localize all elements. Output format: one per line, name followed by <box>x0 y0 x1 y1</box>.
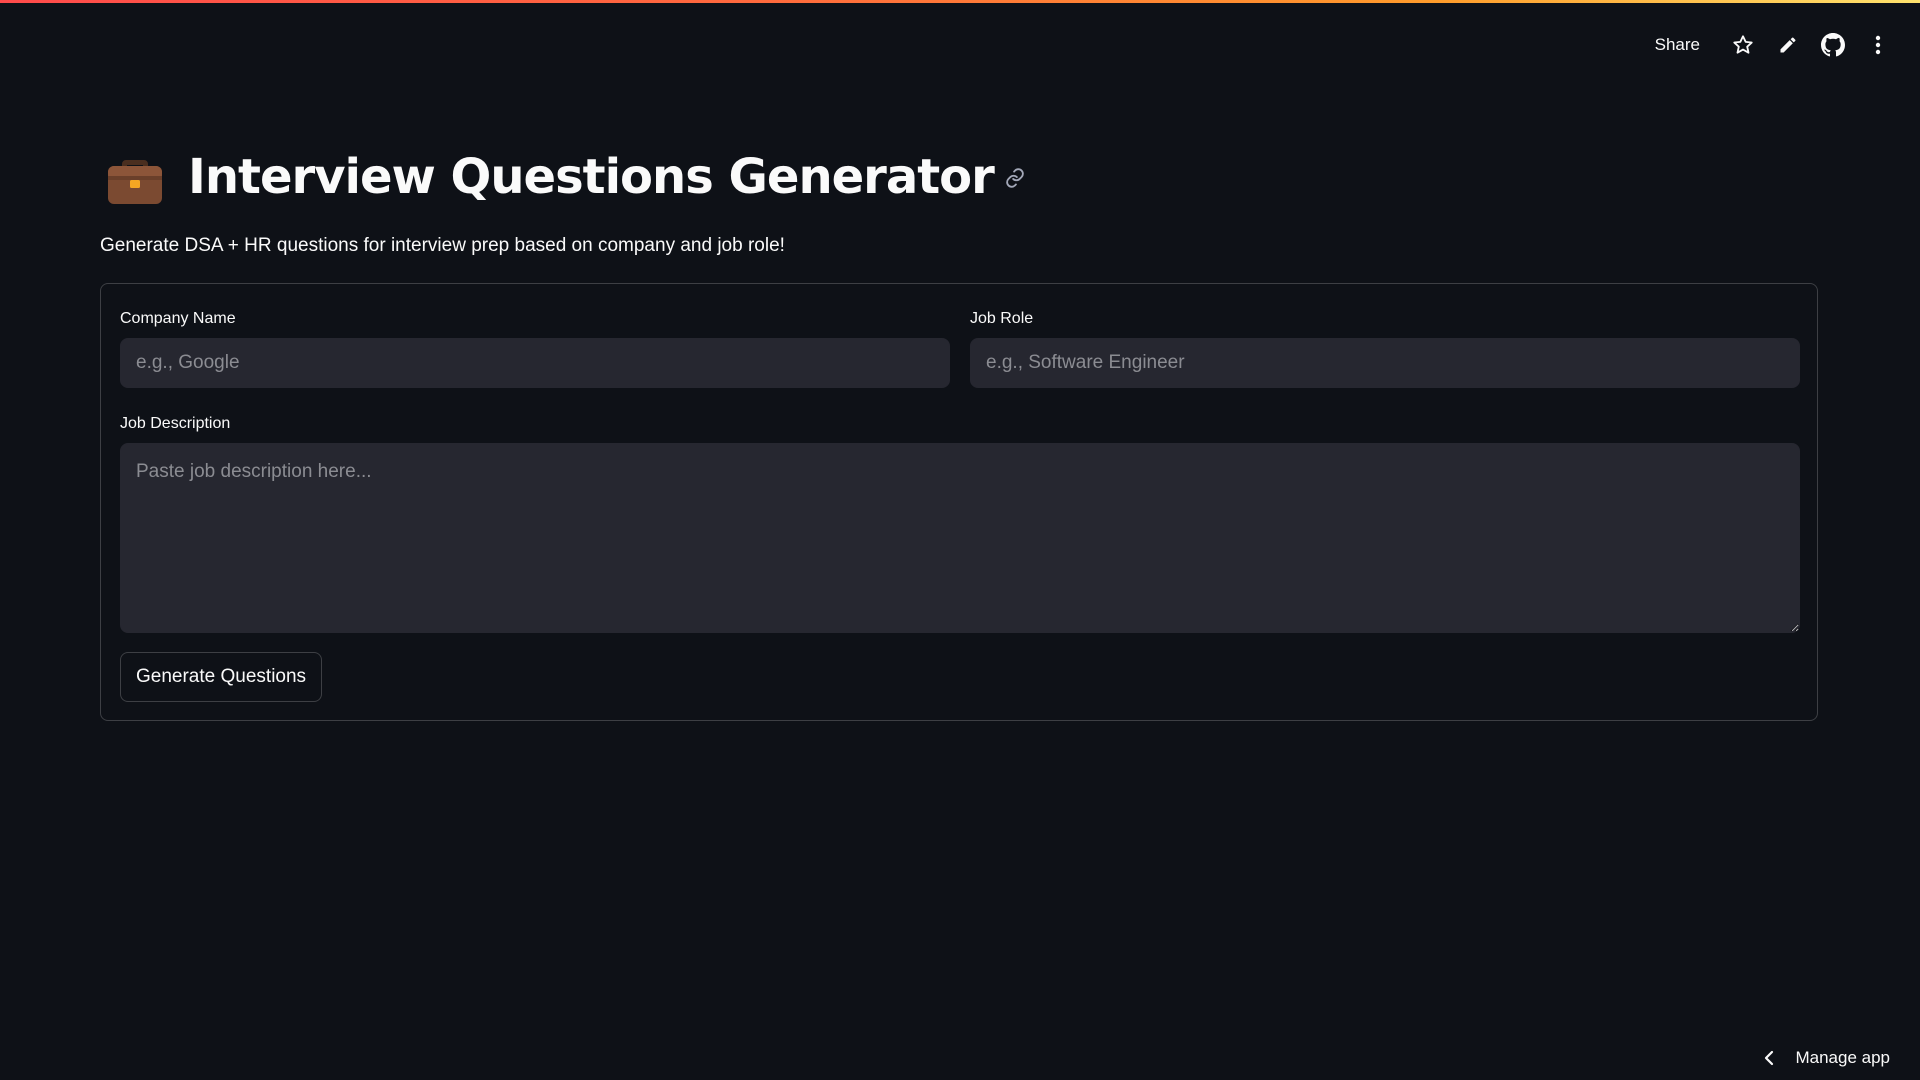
top-decoration-bar <box>0 0 1920 3</box>
star-icon[interactable] <box>1720 28 1765 62</box>
page-title-row: Interview Questions Generator <box>104 146 1026 208</box>
share-button[interactable]: Share <box>1655 35 1700 55</box>
job-role-input[interactable] <box>970 338 1800 388</box>
job-description-label: Job Description <box>120 415 231 432</box>
page-subtitle: Generate DSA + HR questions for intervie… <box>100 235 785 256</box>
generator-form: Company Name Job Role Job Description Ge… <box>100 283 1818 721</box>
github-icon[interactable] <box>1810 28 1855 62</box>
company-name-input[interactable] <box>120 338 950 388</box>
generate-questions-button[interactable]: Generate Questions <box>120 652 323 702</box>
job-description-textarea[interactable] <box>120 443 1800 633</box>
manage-app-label: Manage app <box>1795 1048 1890 1067</box>
chevron-left-icon <box>1765 1050 1774 1066</box>
job-role-label: Job Role <box>970 310 1034 327</box>
manage-app-button[interactable]: Manage app <box>1763 1048 1890 1068</box>
pencil-icon[interactable] <box>1765 28 1810 62</box>
company-name-label: Company Name <box>120 310 236 327</box>
app-toolbar: Share <box>1655 28 1920 62</box>
page-title: Interview Questions Generator <box>188 149 995 205</box>
briefcase-icon <box>104 146 166 208</box>
more-vertical-icon[interactable] <box>1855 28 1900 62</box>
anchor-link-icon[interactable] <box>1004 167 1026 194</box>
